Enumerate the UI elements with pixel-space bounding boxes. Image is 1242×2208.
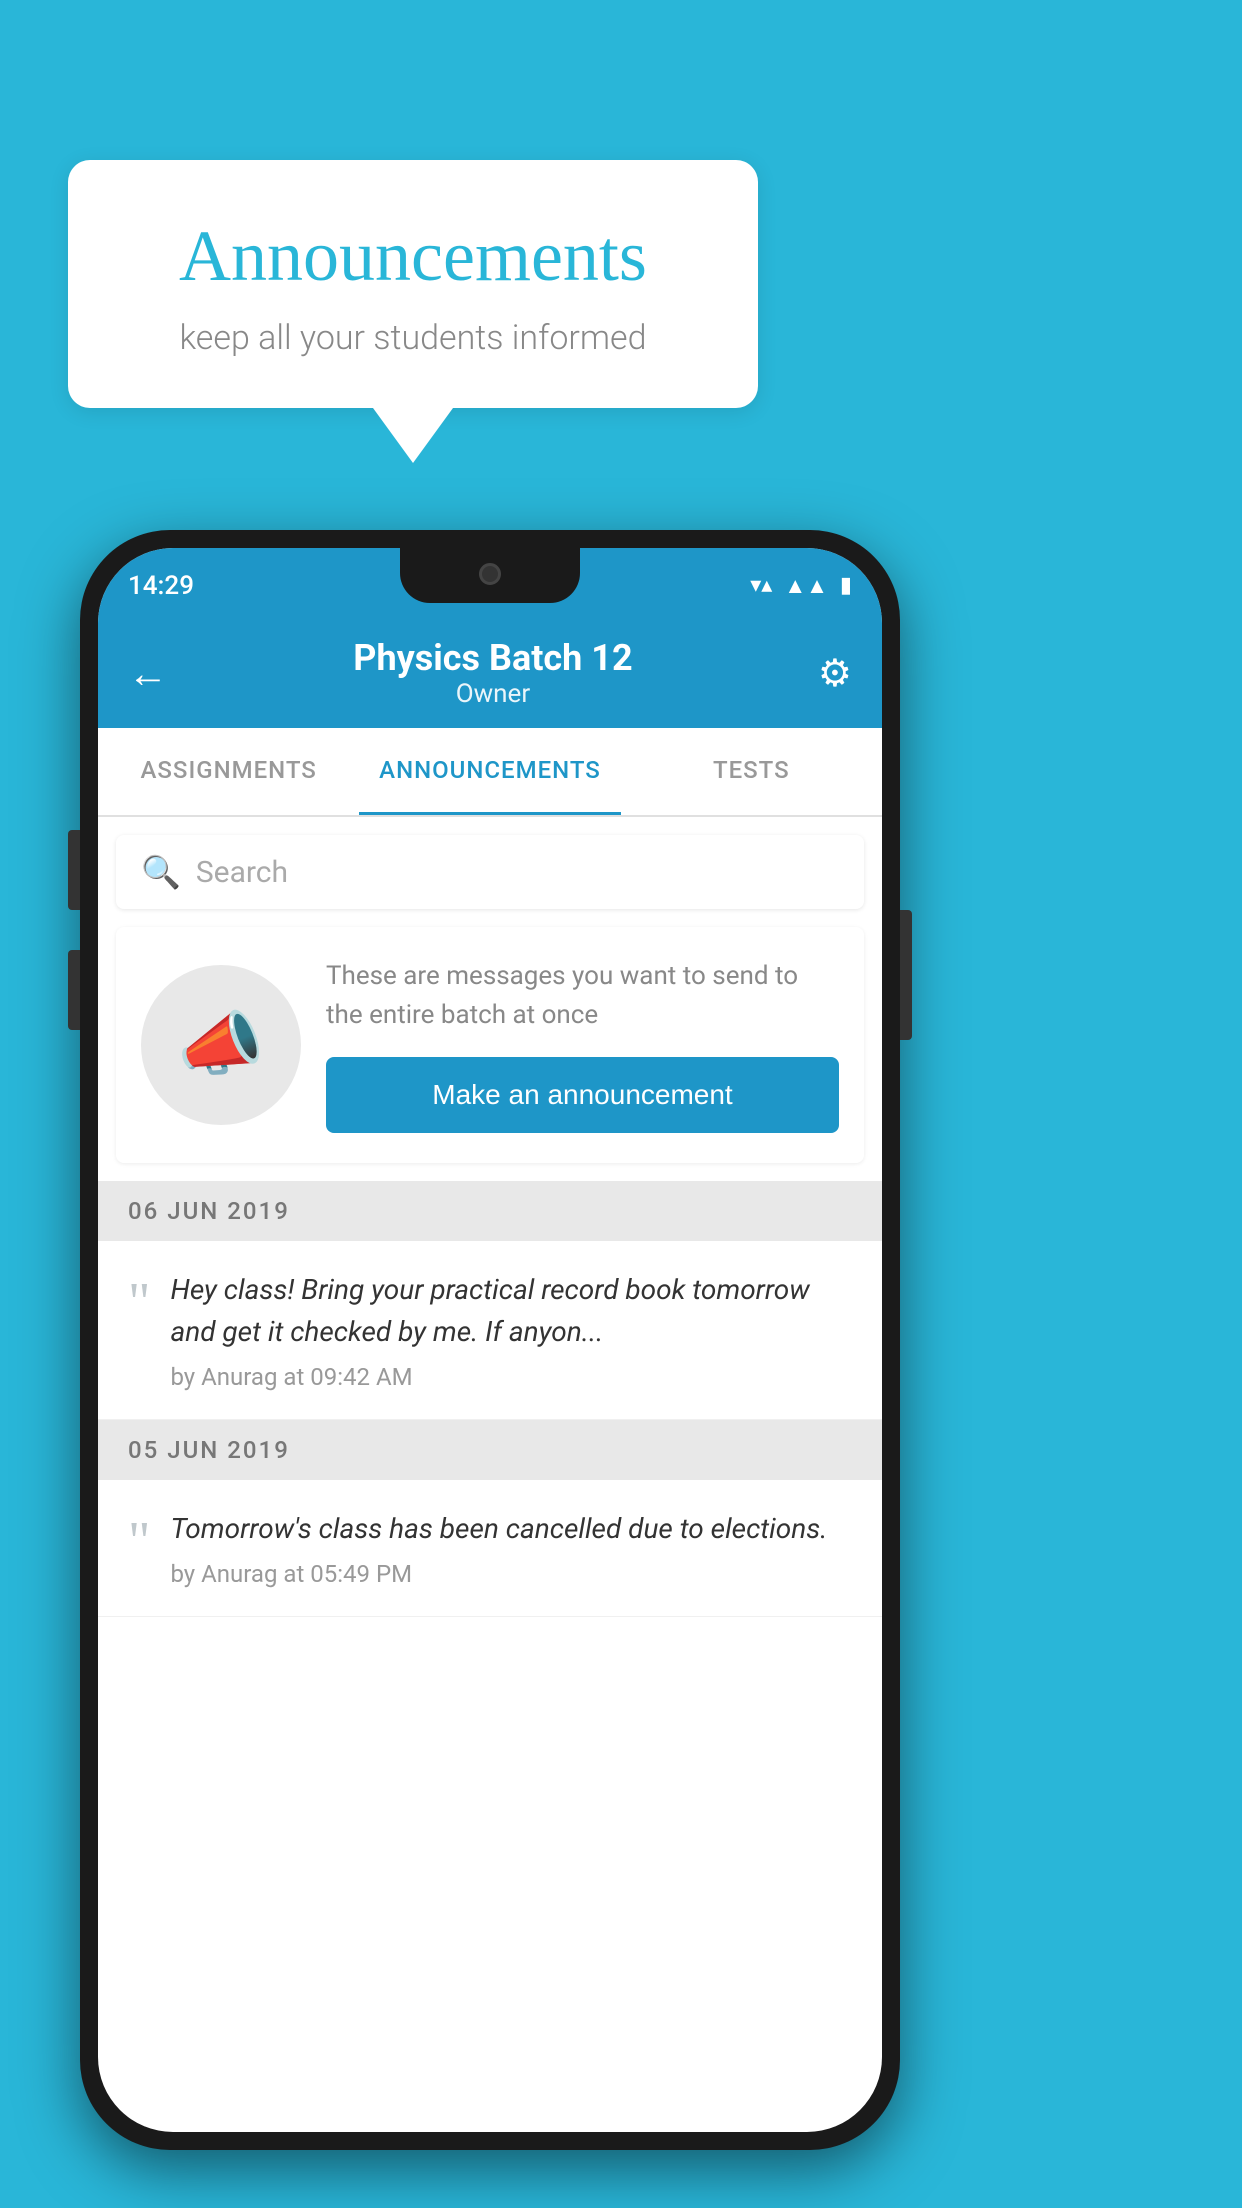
header-subtitle: Owner [353, 679, 632, 709]
phone-screen: 14:29 ▾▴ ▲▲ ▮ ← Physics Batch 12 Owner ⚙ [98, 548, 882, 2132]
quote-icon-1: " [128, 1274, 150, 1329]
signal-icon: ▲▲ [784, 573, 828, 599]
side-button-volume-down [68, 950, 80, 1030]
megaphone-icon: 📣 [177, 1004, 264, 1086]
announcement-item-1[interactable]: " Hey class! Bring your practical record… [98, 1241, 882, 1420]
announcement-text-1: Hey class! Bring your practical record b… [170, 1269, 852, 1353]
megaphone-circle: 📣 [141, 965, 301, 1125]
phone-inner: 14:29 ▾▴ ▲▲ ▮ ← Physics Batch 12 Owner ⚙ [98, 548, 882, 2132]
announcement-content-1: Hey class! Bring your practical record b… [170, 1269, 852, 1391]
speech-bubble-tail [373, 408, 453, 463]
side-button-volume-up [68, 830, 80, 910]
phone-notch [400, 548, 580, 603]
announcement-author-2: by Anurag at 05:49 PM [170, 1560, 852, 1588]
make-announcement-button[interactable]: Make an announcement [326, 1057, 839, 1133]
speech-bubble-title: Announcements [118, 215, 708, 298]
speech-bubble-subtitle: keep all your students informed [118, 318, 708, 358]
search-icon: 🔍 [141, 853, 181, 891]
wifi-icon: ▾▴ [750, 573, 772, 598]
announcement-text-2: Tomorrow's class has been cancelled due … [170, 1508, 852, 1550]
tabs-container: ASSIGNMENTS ANNOUNCEMENTS TESTS [98, 728, 882, 817]
announcement-author-1: by Anurag at 09:42 AM [170, 1363, 852, 1391]
quote-icon-2: " [128, 1513, 150, 1568]
status-time: 14:29 [128, 571, 194, 601]
settings-icon[interactable]: ⚙ [818, 651, 852, 696]
speech-bubble-container: Announcements keep all your students inf… [68, 160, 758, 463]
announcement-promo: 📣 These are messages you want to send to… [116, 927, 864, 1163]
tab-assignments[interactable]: ASSIGNMENTS [98, 728, 359, 815]
header-center: Physics Batch 12 Owner [353, 637, 632, 709]
scrollable-content: 🔍 Search 📣 These are messages you want t… [98, 817, 882, 2132]
date-separator-2: 05 JUN 2019 [98, 1420, 882, 1480]
phone-container: 14:29 ▾▴ ▲▲ ▮ ← Physics Batch 12 Owner ⚙ [80, 530, 900, 2150]
speech-bubble: Announcements keep all your students inf… [68, 160, 758, 408]
battery-icon: ▮ [840, 573, 852, 598]
promo-right: These are messages you want to send to t… [326, 957, 839, 1133]
header-title: Physics Batch 12 [353, 637, 632, 679]
search-bar[interactable]: 🔍 Search [116, 835, 864, 909]
side-button-power [900, 910, 912, 1040]
camera-dot [479, 563, 501, 585]
phone-outer: 14:29 ▾▴ ▲▲ ▮ ← Physics Batch 12 Owner ⚙ [80, 530, 900, 2150]
app-header: ← Physics Batch 12 Owner ⚙ [98, 618, 882, 728]
back-button[interactable]: ← [128, 650, 168, 697]
announcement-item-2[interactable]: " Tomorrow's class has been cancelled du… [98, 1480, 882, 1617]
tab-announcements[interactable]: ANNOUNCEMENTS [359, 728, 620, 815]
tab-tests[interactable]: TESTS [621, 728, 882, 815]
promo-description: These are messages you want to send to t… [326, 957, 839, 1035]
status-icons: ▾▴ ▲▲ ▮ [750, 573, 852, 599]
announcement-content-2: Tomorrow's class has been cancelled due … [170, 1508, 852, 1588]
search-placeholder: Search [196, 855, 288, 890]
date-separator-1: 06 JUN 2019 [98, 1181, 882, 1241]
